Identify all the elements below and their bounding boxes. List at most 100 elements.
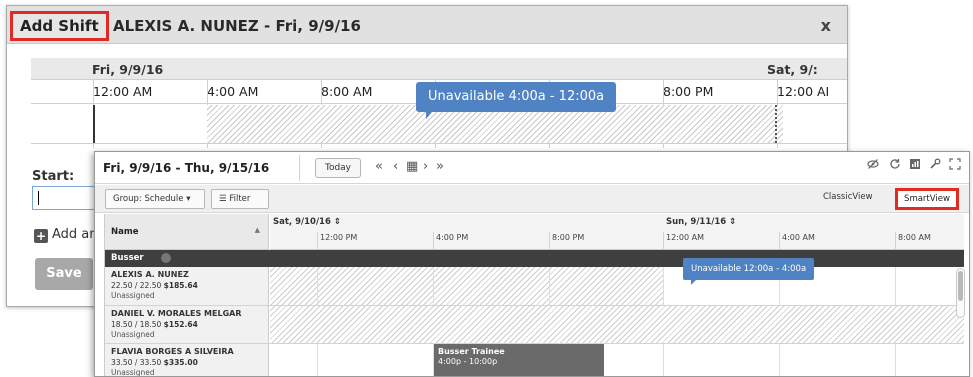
text-caret <box>38 191 39 205</box>
pay-value: $335.00 <box>163 358 198 367</box>
employee-hours: 18.50 / 18.50 $152.64 <box>111 320 198 329</box>
day-boundary <box>775 105 777 143</box>
mini-time: 12:00 AI <box>777 84 830 99</box>
mini-time: 8:00 AM <box>321 84 373 99</box>
hours-value: 18.50 / 18.50 <box>111 320 162 329</box>
divider <box>433 232 434 250</box>
divider <box>895 267 896 305</box>
prev-icon[interactable]: ‹ <box>393 159 398 175</box>
smart-view-button[interactable]: SmartView <box>895 188 959 210</box>
group-select[interactable]: Group: Schedule ▾ <box>105 189 205 209</box>
employee-name: DANIEL V. MORALES MELGAR <box>111 309 242 318</box>
employee-name: ALEXIS A. NUNEZ <box>111 270 189 279</box>
scheduler-panel: Fri, 9/9/16 - Thu, 9/15/16 Today « ‹ ▦ ›… <box>94 151 970 377</box>
table-row: DANIEL V. MORALES MELGAR 18.50 / 18.50 $… <box>105 306 964 344</box>
pay-value: $185.64 <box>163 281 198 290</box>
mini-date: Fri, 9/9/16 <box>92 62 164 77</box>
shift-title: Busser Trainee <box>438 347 505 356</box>
employee-cell[interactable]: DANIEL V. MORALES MELGAR 18.50 / 18.50 $… <box>105 306 269 343</box>
divider <box>895 344 896 376</box>
sort-icon: ▲ <box>254 226 260 234</box>
divider <box>317 232 318 250</box>
mini-time: 12:00 AM <box>93 84 153 99</box>
classic-view-button[interactable]: ClassicView <box>823 192 873 202</box>
divider <box>663 344 664 376</box>
group-label: Busser <box>111 253 144 263</box>
scrollbar-thumb[interactable] <box>958 271 963 301</box>
current-marker <box>93 105 95 143</box>
employee-cell[interactable]: FLAVIA BORGES A SILVEIRA 33.50 / 33.50 $… <box>105 344 269 377</box>
scrollbar[interactable] <box>956 268 965 318</box>
name-header-label: Name <box>111 227 139 237</box>
unavailable-tooltip: Unavailable 4:00a - 12:00a <box>416 82 617 119</box>
chart-icon[interactable] <box>909 158 921 174</box>
calendar-icon[interactable]: ▦ <box>406 159 418 175</box>
mini-time: 8:00 PM <box>663 84 714 99</box>
divider <box>317 267 318 305</box>
row-timeline[interactable]: Busser Trainee 4:00p - 10:00p <box>270 344 964 376</box>
shift-block[interactable]: Busser Trainee 4:00p - 10:00p <box>434 344 604 376</box>
table-row: FLAVIA BORGES A SILVEIRA 33.50 / 33.50 $… <box>105 344 964 377</box>
divider <box>663 232 664 250</box>
time-label: 4:00 PM <box>436 233 469 242</box>
start-label: Start: <box>32 169 75 184</box>
unavailable-area <box>270 306 964 343</box>
table-row: ALEXIS A. NUNEZ 22.50 / 22.50 $185.64 Un… <box>105 267 964 306</box>
group-header-busser[interactable]: Busser <box>105 250 964 267</box>
divider <box>549 267 550 305</box>
filter-button[interactable]: ☰ Filter <box>211 189 269 209</box>
employee-hours: 22.50 / 22.50 $185.64 <box>111 281 198 290</box>
divider <box>779 344 780 376</box>
save-button[interactable]: Save <box>35 258 93 290</box>
last-page-icon[interactable]: » <box>436 159 444 175</box>
first-page-icon[interactable]: « <box>375 159 383 175</box>
dialog-header: Add Shift ALEXIS A. NUNEZ - Fri, 9/9/16 … <box>7 6 847 44</box>
unavailable-tooltip: Unavailable 12:00a - 4:00a <box>683 258 815 285</box>
mini-date-row: Fri, 9/9/16 Sat, 9/: <box>31 58 847 80</box>
time-label: 8:00 PM <box>552 233 585 242</box>
scheduler-toolbar: Fri, 9/9/16 - Thu, 9/15/16 Today « ‹ ▦ ›… <box>95 152 969 184</box>
divider <box>895 232 896 250</box>
employee-status: Unassigned <box>111 368 155 377</box>
divider <box>433 267 434 305</box>
day-header[interactable]: Sat, 9/10/16 ⇕ <box>273 217 341 227</box>
employee-status: Unassigned <box>111 330 155 339</box>
hours-value: 33.50 / 33.50 <box>111 358 162 367</box>
info-icon[interactable] <box>161 253 171 263</box>
dialog-title: ALEXIS A. NUNEZ - Fri, 9/9/16 <box>113 17 361 35</box>
divider <box>317 344 318 376</box>
date-range-title: Fri, 9/9/16 - Thu, 9/15/16 <box>103 161 270 175</box>
add-shift-tab[interactable]: Add Shift <box>10 11 109 41</box>
close-icon[interactable]: x <box>821 16 831 35</box>
pay-value: $152.64 <box>163 320 198 329</box>
plus-icon: + <box>34 229 48 243</box>
wrench-icon[interactable] <box>929 158 941 174</box>
divider <box>299 155 300 181</box>
hours-value: 22.50 / 22.50 <box>111 281 162 290</box>
employee-status: Unassigned <box>111 291 155 300</box>
schedule-grid: Name ▲ Sat, 9/10/16 ⇕ Sun, 9/11/16 ⇕ 12:… <box>104 214 964 377</box>
unavailable-area <box>270 267 663 305</box>
time-label: 12:00 AM <box>666 233 704 242</box>
day-header[interactable]: Sun, 9/11/16 ⇕ <box>666 217 736 227</box>
employee-hours: 33.50 / 33.50 $335.00 <box>111 358 198 367</box>
time-label: 8:00 AM <box>898 233 931 242</box>
filter-label: Filter <box>229 194 251 204</box>
row-timeline[interactable] <box>270 267 964 305</box>
divider <box>549 232 550 250</box>
today-button[interactable]: Today <box>315 158 361 178</box>
time-header: Sat, 9/10/16 ⇕ Sun, 9/11/16 ⇕ 12:00 PM 4… <box>270 214 964 250</box>
view-bar: Group: Schedule ▾ ☰ Filter ClassicView S… <box>95 185 969 213</box>
shift-time: 4:00p - 10:00p <box>438 357 498 366</box>
divider <box>663 267 664 305</box>
refresh-icon[interactable] <box>889 158 901 174</box>
name-column-header[interactable]: Name ▲ <box>105 214 269 250</box>
next-icon[interactable]: › <box>423 159 428 175</box>
fullscreen-icon[interactable] <box>949 158 961 174</box>
time-label: 12:00 PM <box>320 233 358 242</box>
mini-date: Sat, 9/: <box>767 62 818 77</box>
time-label: 4:00 AM <box>782 233 815 242</box>
employee-cell[interactable]: ALEXIS A. NUNEZ 22.50 / 22.50 $185.64 Un… <box>105 267 269 305</box>
row-timeline[interactable] <box>270 306 964 343</box>
hide-icon[interactable] <box>867 158 879 174</box>
